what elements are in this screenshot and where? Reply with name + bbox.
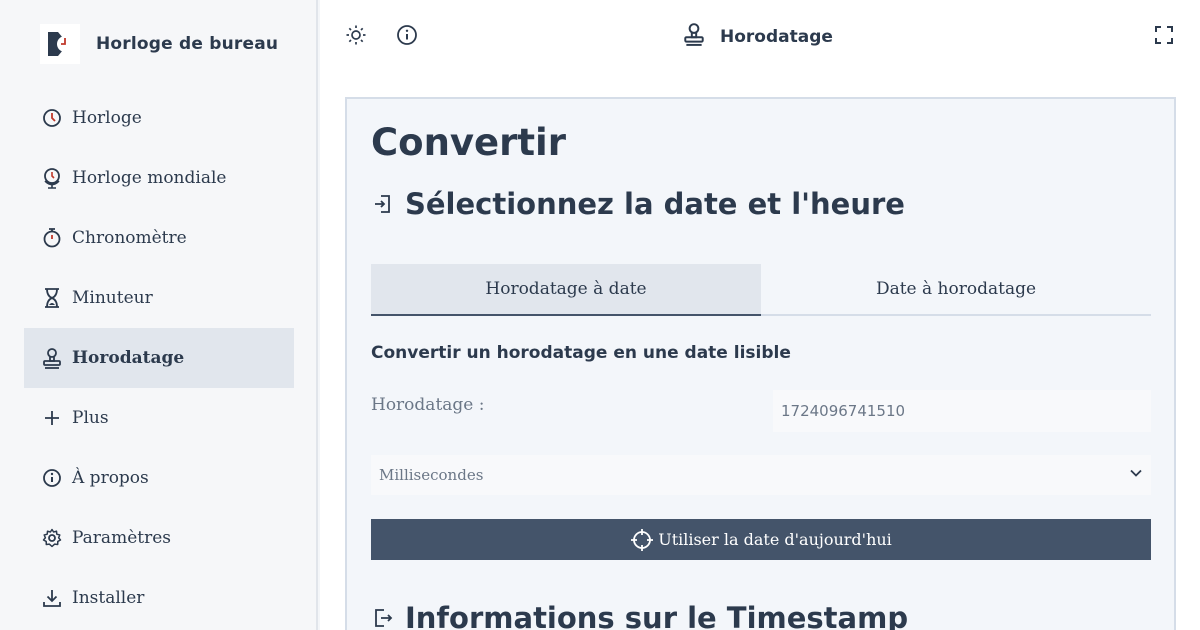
app-logo — [40, 24, 80, 64]
sign-in-icon — [371, 192, 395, 216]
converter-card: Convertir Sélectionnez la date et l'heur… — [345, 97, 1176, 630]
sidebar-item-chronometre[interactable]: Chronomètre — [24, 208, 294, 268]
plus-icon — [40, 406, 64, 430]
chevron-down-icon — [1129, 466, 1143, 484]
crosshair-icon — [630, 528, 654, 552]
sidebar-item-label: Chronomètre — [72, 228, 187, 248]
theme-toggle-button[interactable] — [343, 24, 369, 50]
page-title: Horodatage — [682, 22, 833, 51]
sidebar-item-label: Installer — [72, 588, 145, 608]
sign-out-icon — [371, 606, 395, 630]
info-icon — [396, 24, 418, 50]
sidebar-item-a-propos[interactable]: À propos — [24, 448, 294, 508]
conversion-subtitle: Convertir un horodatage en une date lisi… — [371, 343, 791, 363]
sun-icon — [345, 24, 367, 50]
gear-icon — [40, 526, 64, 550]
sidebar: Horloge de bureau Horloge Horloge mondia… — [0, 0, 318, 630]
sidebar-item-label: Paramètres — [72, 528, 171, 548]
info-button[interactable] — [394, 24, 420, 50]
brand[interactable]: Horloge de bureau — [40, 24, 278, 64]
info-section-title-text: Informations sur le Timestamp — [405, 601, 909, 630]
sidebar-item-installer[interactable]: Installer — [24, 568, 294, 628]
page-title-text: Horodatage — [720, 26, 833, 47]
timestamp-label: Horodatage : — [371, 395, 485, 415]
sidebar-item-parametres[interactable]: Paramètres — [24, 508, 294, 568]
app-name: Horloge de bureau — [96, 34, 279, 54]
timestamp-input[interactable] — [773, 390, 1151, 432]
info-icon — [40, 466, 64, 490]
section-title-text: Sélectionnez la date et l'heure — [405, 187, 905, 221]
use-today-button[interactable]: Utiliser la date d'aujourd'hui — [371, 519, 1151, 560]
tab-horodatage-a-date[interactable]: Horodatage à date — [371, 264, 761, 316]
sidebar-item-label: Plus — [72, 408, 109, 428]
globe-clock-icon — [40, 166, 64, 190]
conversion-tabs: Horodatage à date Date à horodatage — [371, 264, 1151, 316]
fullscreen-button[interactable] — [1151, 24, 1177, 50]
sidebar-item-label: Minuteur — [72, 288, 153, 308]
sidebar-item-plus[interactable]: Plus — [24, 388, 294, 448]
stamp-icon — [40, 346, 64, 370]
clock-icon — [40, 106, 64, 130]
section-title: Sélectionnez la date et l'heure — [371, 187, 905, 221]
tab-date-a-horodatage[interactable]: Date à horodatage — [761, 264, 1151, 316]
info-section-title: Informations sur le Timestamp — [371, 601, 908, 630]
sidebar-item-label: Horloge mondiale — [72, 168, 227, 188]
fullscreen-icon — [1154, 25, 1174, 49]
hourglass-icon — [40, 286, 64, 310]
card-heading: Convertir — [371, 121, 566, 164]
download-icon — [40, 586, 64, 610]
sidebar-item-label: Horloge — [72, 108, 142, 128]
sidebar-nav: Horloge Horloge mondiale Chronomètre Min… — [24, 88, 294, 628]
sidebar-item-label: Horodatage — [72, 348, 185, 368]
use-today-label: Utiliser la date d'aujourd'hui — [658, 530, 892, 549]
unit-select-value: Millisecondes — [379, 466, 484, 484]
stopwatch-icon — [40, 226, 64, 250]
sidebar-item-horloge-mondiale[interactable]: Horloge mondiale — [24, 148, 294, 208]
unit-select[interactable]: Millisecondes — [371, 455, 1151, 495]
top-bar: Horodatage — [320, 0, 1200, 74]
sidebar-item-label: À propos — [72, 468, 149, 488]
stamp-icon — [682, 22, 706, 51]
sidebar-item-horodatage[interactable]: Horodatage — [24, 328, 294, 388]
sidebar-item-minuteur[interactable]: Minuteur — [24, 268, 294, 328]
sidebar-item-horloge[interactable]: Horloge — [24, 88, 294, 148]
